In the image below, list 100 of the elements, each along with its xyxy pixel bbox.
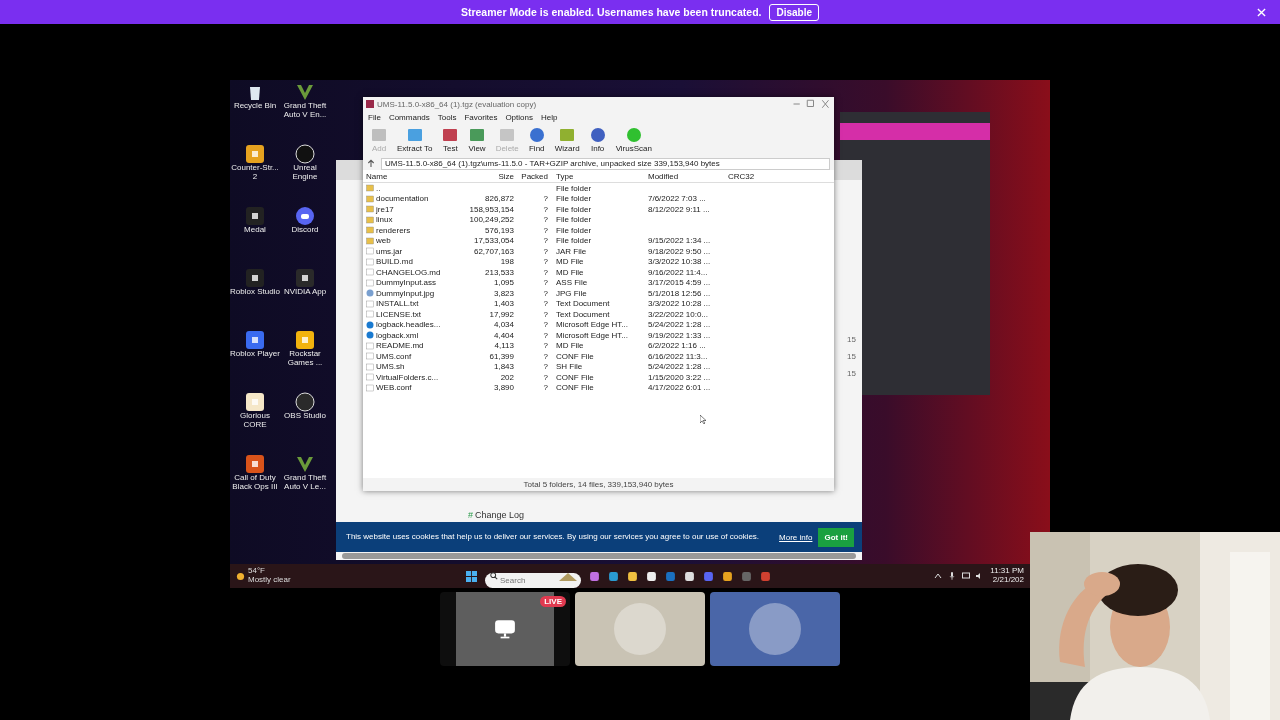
file-type: File folder: [556, 236, 592, 246]
window-controls-icon[interactable]: [791, 99, 831, 109]
app-icon[interactable]: [295, 268, 315, 288]
modified-date: 3/22/2022 10:0...: [648, 309, 709, 319]
file-name[interactable]: UMS.sh: [376, 362, 405, 372]
modified-date: 5/24/2022 1:28 ...: [648, 320, 711, 330]
file-size: 100,249,252: [469, 215, 514, 225]
app-icon[interactable]: [295, 206, 315, 226]
menu-item[interactable]: Tools: [437, 112, 457, 122]
file-name[interactable]: web: [376, 236, 391, 246]
menu-item[interactable]: Help: [540, 112, 558, 122]
taskbar-app-icon[interactable]: [646, 570, 657, 582]
search-field[interactable]: Search: [485, 572, 581, 588]
path-field[interactable]: UMS-11.5.0-x86_64 (1).tgz\ums-11.5.0 - TAR+GZIP archive, unpacked size 339,153,940 bytes: [381, 157, 830, 170]
disable-button[interactable]: Disable: [769, 3, 820, 21]
app-icon[interactable]: [295, 144, 315, 164]
column-header[interactable]: Packed: [514, 171, 548, 181]
file-name[interactable]: WEB.conf: [376, 383, 412, 393]
menu-item[interactable]: Commands: [388, 112, 430, 122]
taskbar-app-icon[interactable]: [627, 570, 638, 582]
toolbar-button[interactable]: Extract To: [393, 123, 437, 157]
app-icon[interactable]: [245, 392, 265, 412]
file-name[interactable]: INSTALL.txt: [376, 299, 419, 309]
modified-date: 3/17/2015 4:59 ...: [648, 278, 711, 288]
file-name[interactable]: DummyInput.jpg: [376, 288, 435, 298]
taskbar-app-icon[interactable]: [722, 570, 733, 582]
icon-label: Glorious CORE: [239, 412, 271, 430]
app-icon[interactable]: [295, 82, 315, 102]
participant-tile[interactable]: [575, 592, 705, 666]
toolbar-button[interactable]: Info: [585, 123, 610, 157]
clock-time: 11:31 PM: [990, 567, 1024, 576]
toolbar-button[interactable]: Test: [438, 123, 463, 157]
file-name[interactable]: linux: [376, 215, 393, 225]
file-name[interactable]: logback.headles...: [376, 320, 441, 330]
weather-text: Mostly clear: [248, 576, 291, 585]
file-name[interactable]: LICENSE.txt: [376, 309, 421, 319]
icon-label: OBS Studio: [283, 412, 327, 421]
file-type: Microsoft Edge HT...: [556, 330, 629, 340]
file-name[interactable]: documentation: [376, 194, 429, 204]
app-icon[interactable]: [245, 268, 265, 288]
start-icon[interactable]: [466, 570, 477, 582]
file-type: Text Document: [556, 309, 610, 319]
file-name[interactable]: DummyInput.ass: [376, 278, 437, 288]
file-name[interactable]: UMS.conf: [376, 351, 412, 361]
column-header[interactable]: CRC32: [728, 171, 762, 181]
app-icon[interactable]: [245, 454, 265, 474]
column-header[interactable]: Type: [548, 171, 648, 181]
scrollbar[interactable]: [342, 553, 856, 559]
file-name[interactable]: README.md: [376, 341, 424, 351]
toolbar-button[interactable]: VirusScan: [611, 123, 656, 157]
clock-date: 2/21/202: [992, 576, 1024, 585]
app-icon[interactable]: [245, 206, 265, 226]
chevron-up-icon[interactable]: [934, 572, 943, 580]
app-icon[interactable]: [295, 454, 315, 474]
monitor-icon[interactable]: [962, 572, 971, 580]
more-info-link[interactable]: More info: [779, 532, 813, 542]
app-icon[interactable]: [245, 144, 265, 164]
app-icon[interactable]: [295, 330, 315, 350]
toolbar-button[interactable]: Find: [524, 123, 549, 157]
file-type: File folder: [556, 204, 592, 214]
toolbar-button[interactable]: View: [464, 123, 490, 157]
close-icon[interactable]: [1257, 8, 1266, 17]
stream-tile[interactable]: LIVE: [440, 592, 570, 666]
file-name[interactable]: BUILD.md: [376, 257, 413, 267]
file-name[interactable]: ..: [376, 183, 381, 193]
menu-item[interactable]: Options: [505, 112, 533, 122]
taskbar-app-icon[interactable]: [684, 570, 695, 582]
file-name[interactable]: CHANGELOG.md: [376, 267, 441, 277]
icon-label: NVIDIA App: [282, 288, 328, 297]
file-name[interactable]: renderers: [376, 225, 411, 235]
app-icon[interactable]: [295, 392, 315, 412]
file-size: 61,399: [489, 351, 514, 361]
file-name[interactable]: VirtualFolders.c...: [376, 372, 439, 382]
packed-size: ?: [543, 383, 548, 393]
participant-tile[interactable]: [710, 592, 840, 666]
file-size: 3,890: [493, 383, 514, 393]
file-name[interactable]: ums.jar: [376, 246, 403, 256]
file-name[interactable]: logback.xml: [376, 330, 419, 340]
modified-date: 4/17/2022 6:01 ...: [648, 383, 711, 393]
modified-date: 6/2/2022 1:16 ...: [648, 341, 706, 351]
menu-item[interactable]: Favorites: [464, 112, 498, 122]
status-text: Total 5 folders, 14 files, 339,153,940 bytes: [523, 480, 674, 489]
modified-date: 9/18/2022 9:50 ...: [648, 246, 711, 256]
file-size: 4,034: [493, 320, 514, 330]
file-name[interactable]: jre17: [376, 204, 394, 214]
up-arrow-icon[interactable]: [367, 158, 375, 169]
window-title: UMS-11.5.0-x86_64 (1).tgz (evaluation copy): [377, 99, 537, 109]
packed-size: ?: [543, 194, 548, 204]
icon-label: Roblox Studio: [230, 288, 280, 297]
icon-label: Unreal Engine: [291, 164, 319, 182]
file-type: MD File: [556, 257, 584, 267]
column-header[interactable]: Modified: [648, 171, 728, 181]
icon-label: Grand Theft Auto V En...: [282, 102, 328, 120]
column-header[interactable]: Size: [462, 171, 514, 181]
toolbar-button[interactable]: Wizard: [550, 123, 584, 157]
menu-item[interactable]: File: [368, 112, 381, 122]
microphone-icon[interactable]: [948, 572, 957, 580]
packed-size: ?: [543, 257, 548, 267]
app-icon[interactable]: [245, 330, 265, 350]
column-header[interactable]: Name: [366, 171, 462, 181]
